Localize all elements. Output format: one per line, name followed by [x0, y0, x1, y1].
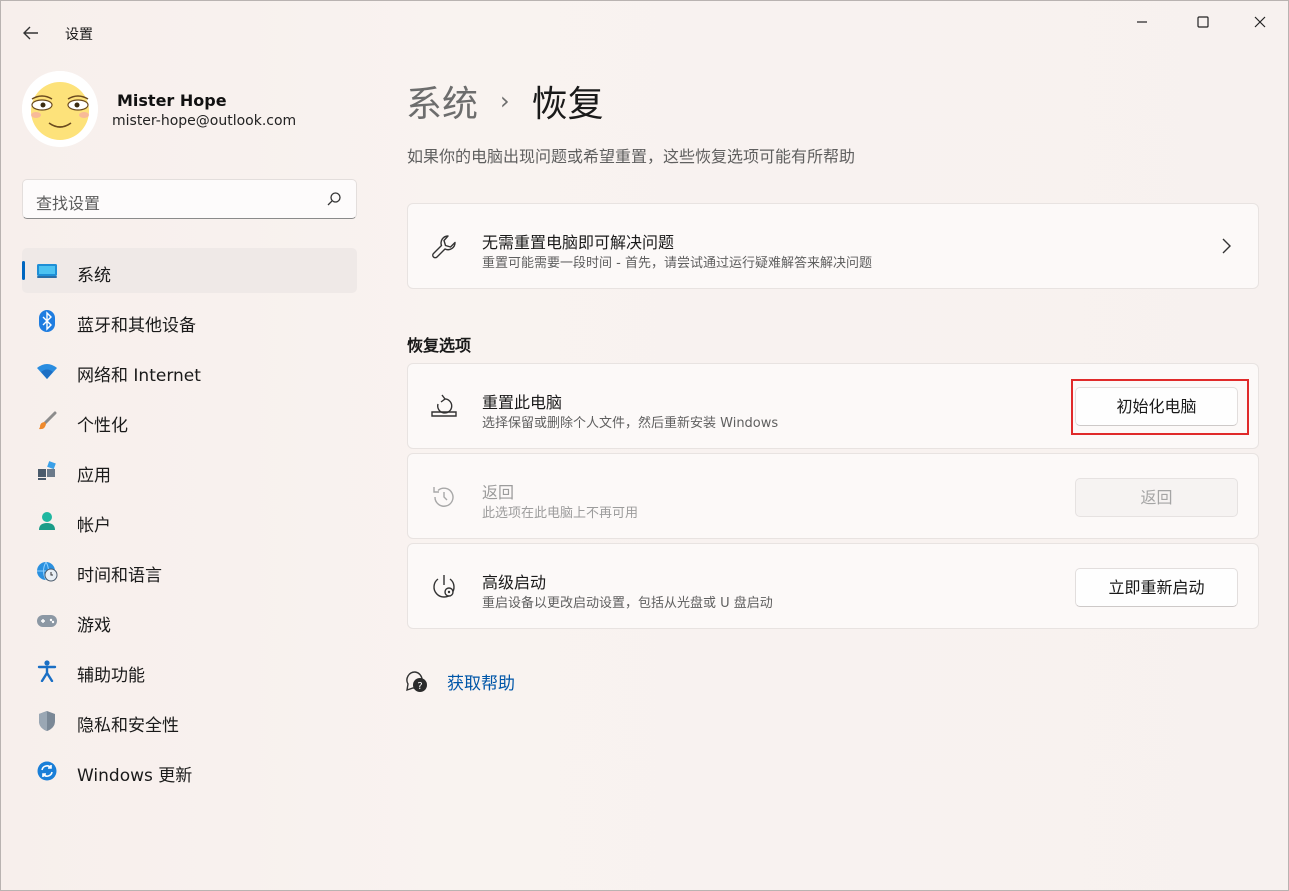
sidebar-item-label: 网络和 Internet [77, 366, 201, 386]
svg-text:?: ? [417, 681, 422, 692]
reset-pc-desc: 选择保留或删除个人文件，然后重新安装 Windows [482, 416, 779, 431]
monitor-icon [36, 260, 58, 282]
advanced-startup-title: 高级启动 [482, 573, 547, 592]
sidebar-nav: 系统 蓝牙和其他设备 网络和 Internet 个性化 应用 帐户 时间和语言 … [22, 248, 357, 798]
sidebar-item-label: 隐私和安全性 [77, 716, 179, 736]
get-help-link[interactable]: ? 获取帮助 [405, 669, 515, 694]
chevron-right-icon [1222, 238, 1231, 254]
search-input[interactable]: 查找设置 [36, 190, 100, 214]
go-back-button[interactable]: 返回 [1075, 478, 1238, 517]
shield-icon [36, 710, 58, 732]
sidebar-item-gaming[interactable]: 游戏 [22, 598, 357, 643]
account-icon [36, 510, 58, 532]
sidebar-item-apps[interactable]: 应用 [22, 448, 357, 493]
page-title: 恢复 [531, 84, 604, 125]
highlight-box [1071, 379, 1249, 435]
sidebar-item-bluetooth[interactable]: 蓝牙和其他设备 [22, 298, 357, 343]
restart-now-button[interactable]: 立即重新启动 [1075, 568, 1238, 607]
close-button[interactable] [1237, 9, 1283, 35]
help-chat-icon: ? [406, 670, 427, 692]
reset-pc-title: 重置此电脑 [482, 393, 563, 412]
sidebar-item-windows-update[interactable]: Windows 更新 [22, 748, 357, 793]
maximize-icon [1197, 16, 1209, 28]
sidebar-item-time-language[interactable]: 时间和语言 [22, 548, 357, 593]
sidebar-item-label: 系统 [77, 266, 111, 286]
search-icon[interactable] [326, 191, 342, 207]
back-button[interactable] [15, 17, 47, 49]
go-back-desc: 此选项在此电脑上不再可用 [482, 506, 639, 521]
smiley-avatar-icon [22, 71, 98, 147]
sidebar-item-accounts[interactable]: 帐户 [22, 498, 357, 543]
breadcrumb-parent[interactable]: 系统 [406, 75, 478, 127]
sidebar-item-label: 辅助功能 [77, 666, 145, 686]
sidebar-item-label: 帐户 [77, 516, 111, 536]
sidebar-item-label: 应用 [77, 466, 111, 486]
avatar [22, 71, 98, 147]
go-back-title: 返回 [482, 483, 515, 502]
sidebar-item-accessibility[interactable]: 辅助功能 [22, 648, 357, 693]
accessibility-icon [36, 660, 58, 682]
user-name: Mister Hope [117, 91, 227, 110]
gamepad-icon [36, 610, 58, 632]
sidebar-item-label: 蓝牙和其他设备 [77, 316, 196, 336]
close-icon [1254, 16, 1266, 28]
troubleshoot-card[interactable]: 无需重置电脑即可解决问题 重置可能需要一段时间 - 首先，请尝试通过运行疑难解答… [407, 203, 1259, 289]
app-title: 设置 [65, 27, 93, 43]
sidebar-item-system[interactable]: 系统 [22, 248, 357, 293]
wrench-icon [430, 233, 458, 261]
advanced-startup-desc: 重启设备以更改启动设置，包括从光盘或 U 盘启动 [482, 596, 773, 611]
sidebar-item-label: Windows 更新 [77, 766, 193, 786]
get-help-label[interactable]: 获取帮助 [447, 669, 515, 694]
minimize-icon [1137, 21, 1147, 23]
search-box[interactable]: 查找设置 [22, 179, 357, 219]
apps-icon [36, 460, 58, 482]
reset-pc-icon [430, 393, 458, 421]
brush-icon [36, 410, 58, 432]
globe-clock-icon [36, 560, 58, 582]
back-arrow-icon [23, 26, 38, 40]
history-icon [430, 483, 458, 511]
maximize-button[interactable] [1180, 9, 1226, 35]
sidebar-item-label: 时间和语言 [77, 566, 162, 586]
minimize-button[interactable] [1119, 9, 1165, 35]
settings-window: 设置 Mister Hope mister-hope@outlook.com 查… [0, 0, 1289, 891]
page-subtitle: 如果你的电脑出现问题或希望重置，这些恢复选项可能有所帮助 [407, 147, 856, 166]
user-email: mister-hope@outlook.com [112, 113, 297, 129]
wifi-icon [36, 360, 58, 382]
active-indicator [22, 261, 25, 280]
breadcrumb-chevron-icon: › [500, 87, 510, 115]
troubleshoot-title: 无需重置电脑即可解决问题 [482, 233, 675, 252]
title-bar: 设置 [1, 1, 1288, 47]
sidebar-item-label: 游戏 [77, 616, 111, 636]
troubleshoot-desc: 重置可能需要一段时间 - 首先，请尝试通过运行疑难解答来解决问题 [482, 256, 872, 271]
breadcrumb: 系统 › 恢复 [406, 75, 604, 127]
sidebar-item-label: 个性化 [77, 416, 128, 436]
sidebar-item-privacy[interactable]: 隐私和安全性 [22, 698, 357, 743]
sidebar-item-personalization[interactable]: 个性化 [22, 398, 357, 443]
power-settings-icon [430, 573, 458, 601]
section-title: 恢复选项 [407, 336, 472, 355]
update-icon [36, 760, 58, 782]
bluetooth-icon [36, 310, 58, 332]
sidebar-item-network[interactable]: 网络和 Internet [22, 348, 357, 393]
